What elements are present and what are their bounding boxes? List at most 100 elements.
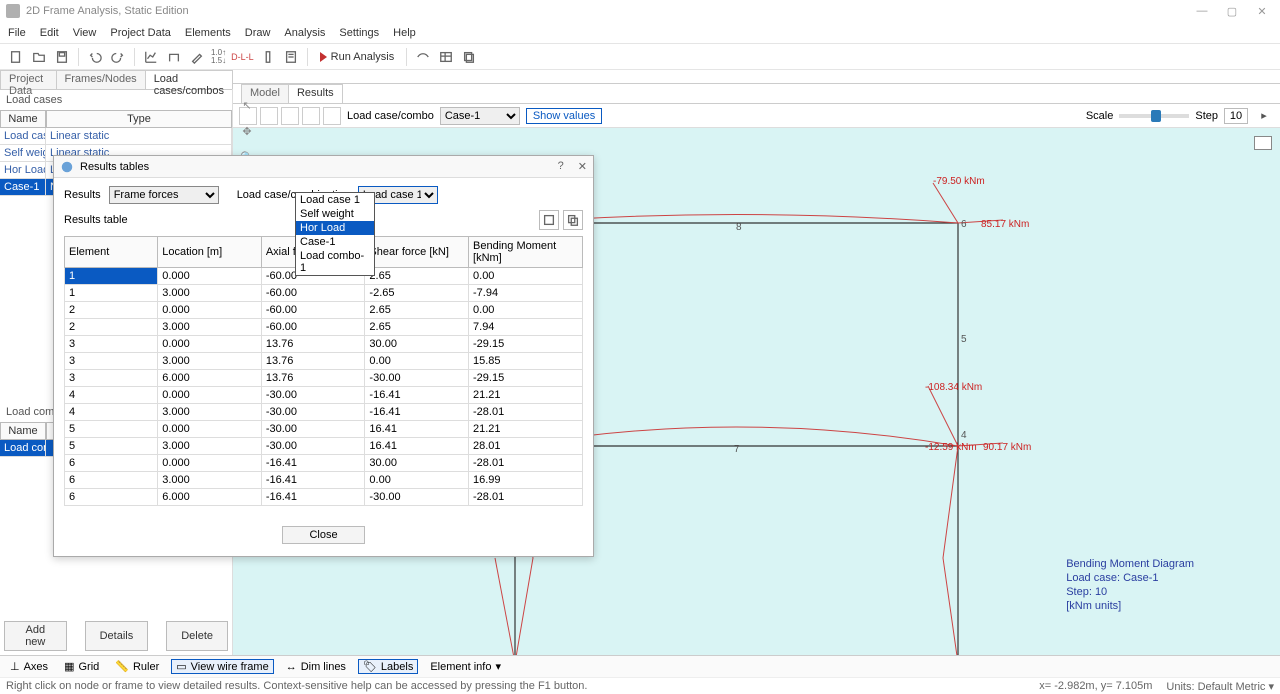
scale-label: Scale <box>1086 110 1114 122</box>
ratio-icon[interactable]: 1.0↑1.5↓ <box>210 47 227 67</box>
menu-help[interactable]: Help <box>393 27 416 39</box>
dialog-help-button[interactable]: ? <box>558 160 564 173</box>
results-table: ElementLocation [m]Axial force [kN]Shear… <box>64 236 583 506</box>
export-icon[interactable] <box>539 210 559 230</box>
wireframe-toggle[interactable]: ▭View wire frame <box>171 659 273 674</box>
scale-slider[interactable] <box>1119 114 1189 118</box>
step-play-icon[interactable]: ▸ <box>1254 106 1274 126</box>
table-row[interactable]: 60.000-16.4130.00-28.01 <box>65 455 583 472</box>
axes-toggle[interactable]: ⊥Axes <box>6 660 52 673</box>
diagram-m-icon[interactable] <box>281 107 299 125</box>
diagram-r-icon[interactable] <box>323 107 341 125</box>
status-hint: Right click on node or frame to view det… <box>6 680 587 692</box>
camera-icon[interactable] <box>1254 136 1272 150</box>
table-row[interactable]: 40.000-30.00-16.4121.21 <box>65 387 583 404</box>
frame-icon[interactable] <box>164 47 184 67</box>
diagram-d-icon[interactable] <box>302 107 320 125</box>
table-row[interactable]: 23.000-60.002.657.94 <box>65 319 583 336</box>
save-icon[interactable] <box>52 47 72 67</box>
table-row[interactable]: 13.000-60.00-2.65-7.94 <box>65 285 583 302</box>
open-icon[interactable] <box>29 47 49 67</box>
diagram-icon[interactable] <box>413 47 433 67</box>
step-label: Step <box>1195 110 1218 122</box>
close-window-button[interactable]: ✕ <box>1256 5 1268 18</box>
lc-label: Load case/combo <box>347 110 434 122</box>
dropdown-option[interactable]: Case-1 <box>296 235 374 249</box>
report-icon[interactable] <box>281 47 301 67</box>
cursor-icon[interactable]: ↖ <box>238 96 256 114</box>
results-select[interactable]: Frame forces <box>109 186 219 204</box>
details-combo-button[interactable]: Details <box>85 621 149 651</box>
tab-project-data[interactable]: Project Data <box>0 70 57 89</box>
menu-draw[interactable]: Draw <box>245 27 271 39</box>
dropdown-option[interactable]: Load case 1 <box>296 193 374 207</box>
canvas-toolbar: Load case/combo Case-1 Show values Scale… <box>233 104 1280 128</box>
menu-project-data[interactable]: Project Data <box>110 27 171 39</box>
edit-frame-icon[interactable] <box>187 47 207 67</box>
title-bar: 2D Frame Analysis, Static Edition — ▢ ✕ <box>0 0 1280 22</box>
copy-table-icon[interactable] <box>563 210 583 230</box>
dialog-close-button[interactable]: ✕ <box>578 160 587 173</box>
moment-label: -12.59 kNm <box>925 442 977 453</box>
column-icon[interactable] <box>258 47 278 67</box>
app-icon <box>6 4 20 18</box>
tab-load-cases[interactable]: Load cases/combos <box>145 70 233 89</box>
play-icon <box>320 52 327 62</box>
undo-icon[interactable] <box>85 47 105 67</box>
menu-analysis[interactable]: Analysis <box>284 27 325 39</box>
maximize-button[interactable]: ▢ <box>1226 5 1238 18</box>
diagram-info: Bending Moment Diagram Load case: Case-1… <box>1066 557 1194 613</box>
table-row[interactable]: 50.000-30.0016.4121.21 <box>65 421 583 438</box>
main-toolbar: 1.0↑1.5↓ D-L-L Run Analysis <box>0 44 1280 70</box>
table-row[interactable]: 53.000-30.0016.4128.01 <box>65 438 583 455</box>
run-analysis-button[interactable]: Run Analysis <box>314 47 401 67</box>
node-label: 6 <box>961 219 967 230</box>
minimize-button[interactable]: — <box>1196 5 1208 18</box>
show-values-button[interactable]: Show values <box>526 108 602 124</box>
lc-dropdown-list[interactable]: Load case 1Self weightHor LoadCase-1Load… <box>295 192 375 276</box>
redo-icon[interactable] <box>108 47 128 67</box>
table-row[interactable]: 36.00013.76-30.00-29.15 <box>65 370 583 387</box>
pan-icon[interactable]: ✥ <box>238 122 256 140</box>
canvas-lc-select[interactable]: Case-1 <box>440 107 520 125</box>
new-icon[interactable] <box>6 47 26 67</box>
chart-icon[interactable] <box>141 47 161 67</box>
diagram-v-icon[interactable] <box>260 107 278 125</box>
status-units[interactable]: Units: Default Metric ▾ <box>1166 680 1274 693</box>
dropdown-option[interactable]: Hor Load <box>296 221 374 235</box>
menu-elements[interactable]: Elements <box>185 27 231 39</box>
status-bar: Right click on node or frame to view det… <box>0 677 1280 694</box>
tab-frames-nodes[interactable]: Frames/Nodes <box>56 70 146 89</box>
labels-toggle[interactable]: 🏷Labels <box>358 659 418 674</box>
menu-settings[interactable]: Settings <box>339 27 379 39</box>
table-row[interactable]: 66.000-16.41-30.00-28.01 <box>65 489 583 506</box>
step-input[interactable] <box>1224 108 1248 124</box>
dialog-close-btn[interactable]: Close <box>282 526 364 544</box>
node-label: 4 <box>961 430 967 441</box>
menu-edit[interactable]: Edit <box>40 27 59 39</box>
dialog-title-text: Results tables <box>80 161 149 173</box>
results-tables-dialog: Results tables ? ✕ Results Frame forces … <box>53 155 594 557</box>
dimlines-toggle[interactable]: ↔Dim lines <box>282 661 350 673</box>
ruler-toggle[interactable]: 📏Ruler <box>111 660 163 673</box>
tab-results[interactable]: Results <box>288 84 343 103</box>
moment-label: 85.17 kNm <box>981 219 1029 230</box>
element-info[interactable]: Element info ▾ <box>426 660 505 673</box>
table-row[interactable]: 43.000-30.00-16.41-28.01 <box>65 404 583 421</box>
grid-toggle[interactable]: ▦Grid <box>60 660 103 673</box>
table-row[interactable]: 33.00013.760.0015.85 <box>65 353 583 370</box>
menu-view[interactable]: View <box>73 27 97 39</box>
table-icon[interactable] <box>436 47 456 67</box>
dropdown-option[interactable]: Load combo-1 <box>296 249 374 275</box>
dropdown-option[interactable]: Self weight <box>296 207 374 221</box>
delete-combo-button[interactable]: Delete <box>166 621 228 651</box>
copy-icon[interactable] <box>459 47 479 67</box>
table-row[interactable]: 63.000-16.410.0016.99 <box>65 472 583 489</box>
dll-icon[interactable]: D-L-L <box>230 47 255 67</box>
table-row[interactable]: 20.000-60.002.650.00 <box>65 302 583 319</box>
app-title: 2D Frame Analysis, Static Edition <box>26 5 189 17</box>
add-combo-button[interactable]: Add new <box>4 621 67 651</box>
menu-file[interactable]: File <box>8 27 26 39</box>
load-case-row[interactable]: Load case 1Linear static <box>0 128 232 145</box>
table-row[interactable]: 30.00013.7630.00-29.15 <box>65 336 583 353</box>
